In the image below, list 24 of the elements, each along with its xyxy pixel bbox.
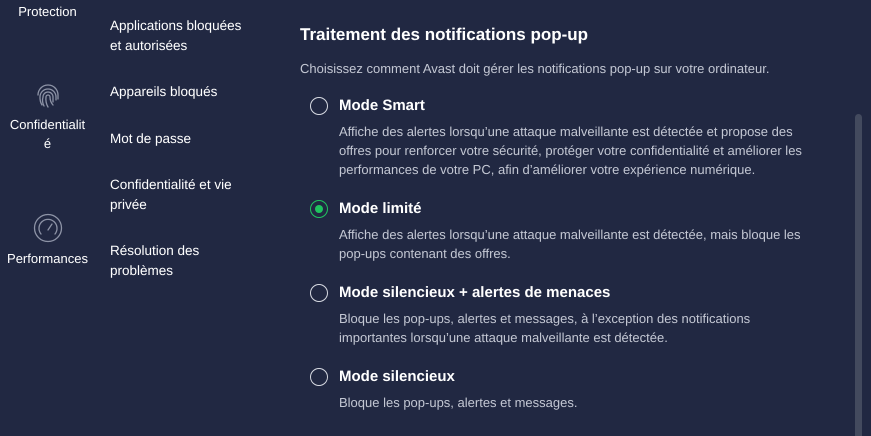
option-description: Affiche des alertes lorsqu’une attaque malveillante est détectée, mais bloque les pop-ups contenant des offres. [339,226,802,263]
nav-item[interactable]: Appareils bloqués [110,82,255,102]
radio-button[interactable] [310,368,328,386]
nav-item[interactable]: Mot de passe [110,128,255,148]
rail-label[interactable]: Confidentialité [6,115,88,153]
section-subtitle: Choisissez comment Avast doit gérer les notifications pop-up sur votre ordinateur. [300,60,770,78]
nav-item[interactable]: Applications bloquées et autorisées [110,16,255,55]
nav-item[interactable]: Résolution des problèmes [110,241,255,280]
radio-button[interactable] [310,97,328,115]
option-description: Bloque les pop-ups, alertes et messages, à l’exception des notifications importantes lorsqu’une attaque malveillante est détectée. [339,310,752,347]
rail-label[interactable]: Performances [6,249,88,268]
option-label[interactable]: Mode silencieux [339,367,815,387]
option-description: Affiche des alertes lorsqu’une attaque malveillante est détectée et propose des offres pour renforcer votre sécurité, protéger votre confidentialité et améliorer les performances de votre PC, afin d’améliorer votre expérience numérique. [339,123,803,179]
gauge-icon [32,213,62,243]
scrollbar[interactable] [855,114,862,436]
radio-button[interactable] [310,284,328,302]
option-description: Bloque les pop-ups, alertes et messages. [339,394,578,412]
section-title: Traitement des notifications pop-up [300,24,590,46]
option-label[interactable]: Mode silencieux + alertes de menaces [339,283,815,303]
rail-label[interactable]: Protection [6,2,88,21]
nav-item[interactable]: Confidentialité et vie privée [110,175,255,214]
radio-button[interactable] [310,200,328,218]
option-label[interactable]: Mode limité [339,199,815,219]
option-label[interactable]: Mode Smart [339,96,815,116]
